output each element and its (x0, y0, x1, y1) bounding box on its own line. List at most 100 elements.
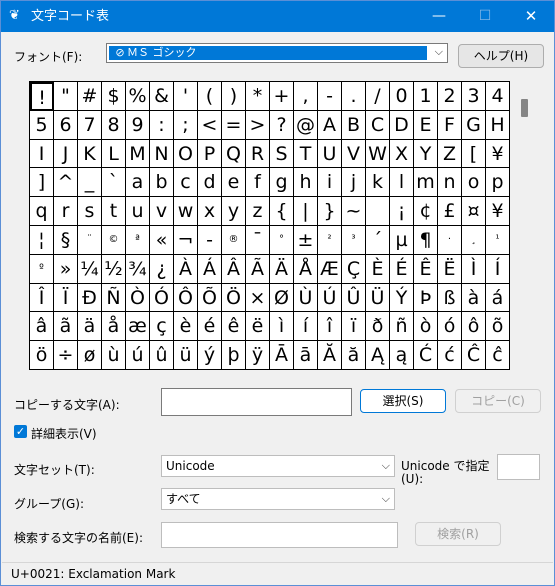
char-cell[interactable]: ¯ (246, 226, 270, 255)
char-cell[interactable]: v (150, 197, 174, 226)
char-cell[interactable]: d (198, 168, 222, 198)
char-cell[interactable] (366, 197, 390, 226)
char-cell[interactable]: Ò (126, 283, 150, 313)
char-cell[interactable]: * (246, 82, 270, 111)
char-cell[interactable]: Å (294, 254, 318, 284)
char-cell[interactable]: ° (270, 226, 294, 255)
minimize-button[interactable]: — (416, 1, 462, 32)
char-cell[interactable]: Ì (462, 254, 486, 284)
char-cell[interactable]: T (294, 139, 318, 169)
char-cell[interactable]: ® (222, 226, 246, 255)
char-cell[interactable]: % (126, 82, 150, 111)
char-cell[interactable]: t (102, 197, 126, 226)
char-cell[interactable]: q (30, 197, 54, 226)
char-cell[interactable]: c (174, 168, 198, 198)
char-cell[interactable]: ¿ (150, 254, 174, 284)
char-cell[interactable]: ? (270, 110, 294, 140)
char-cell[interactable]: ² (318, 226, 342, 255)
char-cell[interactable]: Ë (438, 254, 462, 284)
char-cell[interactable]: 8 (102, 110, 126, 140)
char-cell[interactable]: ( (198, 82, 222, 111)
char-cell[interactable]: Í (486, 254, 510, 284)
char-cell[interactable]: § (54, 226, 78, 255)
char-cell[interactable]: Â (222, 254, 246, 284)
char-cell[interactable]: Á (198, 254, 222, 284)
char-cell[interactable]: Ô (174, 283, 198, 313)
char-cell[interactable]: ä (78, 312, 102, 342)
char-cell[interactable]: 2 (438, 82, 462, 111)
group-dropdown[interactable]: すべて ⌵ (161, 488, 395, 510)
char-cell[interactable]: À (174, 254, 198, 284)
char-cell[interactable]: ö (30, 341, 54, 370)
char-cell[interactable]: M (126, 139, 150, 169)
char-cell[interactable]: r (54, 197, 78, 226)
char-cell[interactable]: F (438, 110, 462, 140)
char-cell[interactable]: ¹ (486, 226, 510, 255)
char-cell[interactable]: ï (342, 312, 366, 342)
char-cell[interactable]: é (198, 312, 222, 342)
char-cell[interactable]: Æ (318, 254, 342, 284)
char-cell[interactable]: K (78, 139, 102, 169)
char-cell[interactable]: ¶ (414, 226, 438, 255)
char-cell[interactable]: ¬ (174, 226, 198, 255)
charset-dropdown[interactable]: Unicode ⌵ (161, 455, 395, 477)
char-cell[interactable]: × (246, 283, 270, 313)
char-cell[interactable]: Ĉ (462, 341, 486, 370)
char-cell[interactable]: B (342, 110, 366, 140)
char-cell[interactable]: m (414, 168, 438, 198)
char-cell[interactable]: . (342, 82, 366, 111)
char-cell[interactable]: 5 (30, 110, 54, 140)
char-cell[interactable]: V (342, 139, 366, 169)
char-cell[interactable]: É (390, 254, 414, 284)
char-cell[interactable]: µ (390, 226, 414, 255)
char-cell[interactable]: ¤ (462, 197, 486, 226)
char-cell[interactable]: ~ (342, 197, 366, 226)
char-cell[interactable]: z (246, 197, 270, 226)
char-cell[interactable]: ³ (342, 226, 366, 255)
char-cell[interactable]: þ (222, 341, 246, 370)
char-cell[interactable]: N (150, 139, 174, 169)
char-cell[interactable]: , (294, 82, 318, 111)
char-cell[interactable]: + (270, 82, 294, 111)
char-cell[interactable]: s (78, 197, 102, 226)
char-cell[interactable]: g (270, 168, 294, 198)
char-cell[interactable]: S (270, 139, 294, 169)
char-cell[interactable]: ā (294, 341, 318, 370)
char-cell[interactable]: ± (294, 226, 318, 255)
char-cell[interactable]: Ā (270, 341, 294, 370)
char-cell[interactable]: b (150, 168, 174, 198)
char-cell[interactable]: X (390, 139, 414, 169)
char-cell[interactable]: p (486, 168, 510, 198)
copy-characters-input[interactable] (161, 388, 352, 416)
char-cell[interactable]: / (366, 82, 390, 111)
copy-button[interactable]: コピー(C) (455, 389, 541, 413)
char-cell[interactable]: - (198, 226, 222, 255)
char-cell[interactable]: k (366, 168, 390, 198)
char-cell[interactable]: l (390, 168, 414, 198)
title-bar[interactable]: ❦ 文字コード表 — ☐ ✕ (1, 1, 554, 32)
char-cell[interactable]: W (366, 139, 390, 169)
char-cell[interactable]: x (198, 197, 222, 226)
char-cell[interactable]: Ą (366, 341, 390, 370)
char-cell[interactable]: Ó (150, 283, 174, 313)
char-cell[interactable]: h (294, 168, 318, 198)
char-cell[interactable]: Ê (414, 254, 438, 284)
char-cell[interactable]: - (318, 82, 342, 111)
char-cell[interactable]: H (486, 110, 510, 140)
char-cell[interactable]: · (438, 226, 462, 255)
char-cell[interactable]: æ (126, 312, 150, 342)
char-cell[interactable]: R (246, 139, 270, 169)
char-cell[interactable]: e (222, 168, 246, 198)
char-cell[interactable]: 6 (54, 110, 78, 140)
char-cell[interactable]: 0 (390, 82, 414, 111)
char-cell[interactable]: õ (486, 312, 510, 342)
char-cell[interactable]: Ð (78, 283, 102, 313)
help-button[interactable]: ヘルプ(H) (458, 44, 544, 68)
char-cell[interactable]: ñ (390, 312, 414, 342)
char-cell[interactable]: _ (78, 168, 102, 198)
char-cell[interactable]: f (246, 168, 270, 198)
char-cell[interactable]: ] (30, 168, 54, 198)
char-cell[interactable]: 1 (414, 82, 438, 111)
select-button[interactable]: 選択(S) (360, 389, 446, 413)
char-cell[interactable]: G (462, 110, 486, 140)
